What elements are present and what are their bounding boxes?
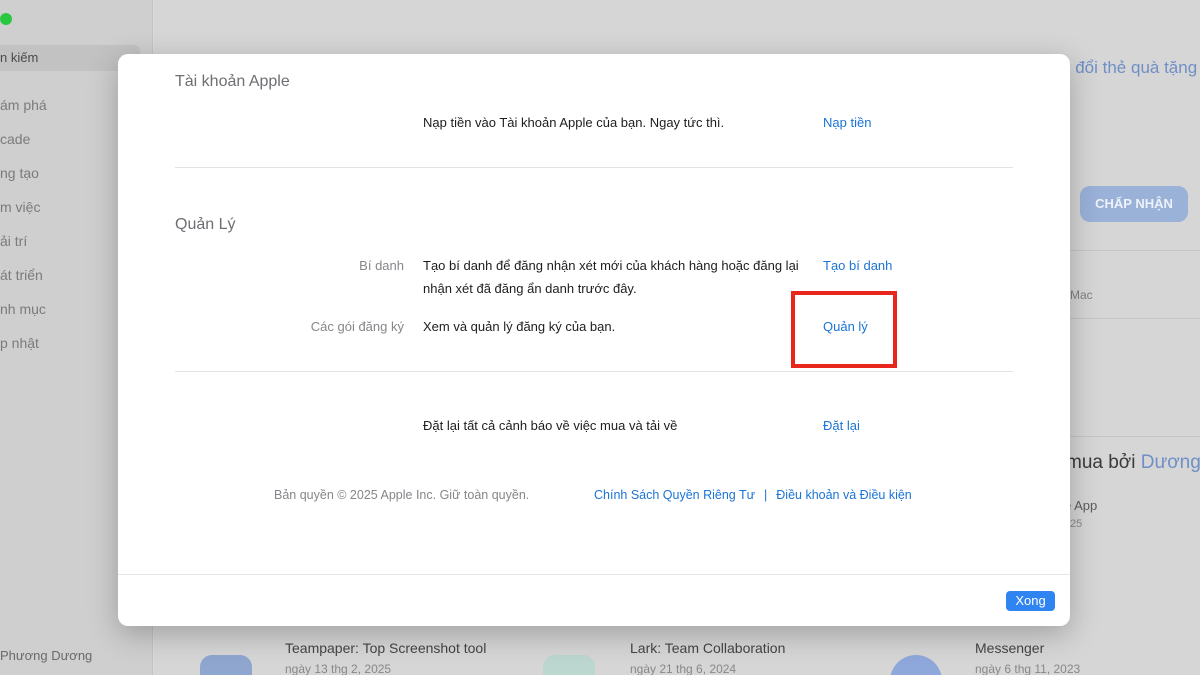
app-card-teampaper[interactable]: Teampaper: Top Screenshot tool ngày 13 t…	[285, 640, 486, 675]
app-card-date: ngày 13 thg 2, 2025	[285, 662, 392, 675]
modal-footer-divider	[118, 574, 1070, 575]
sidebar-item-updates[interactable]: p nhật	[0, 330, 47, 364]
add-funds-description: Nạp tiền vào Tài khoản Apple của bạn. Ng…	[423, 115, 725, 130]
purchased-by-label: mua bởi	[1066, 452, 1136, 473]
alias-description: Tạo bí danh để đăng nhận xét mới của khá…	[423, 258, 799, 296]
reset-warnings-link[interactable]: Đặt lại	[823, 418, 860, 433]
app-card-title: Messenger	[975, 640, 1045, 656]
section-title-manage: Quản Lý	[175, 216, 236, 233]
copyright-text: Bản quyền © 2025 Apple Inc. Giữ toàn quy…	[274, 488, 530, 502]
create-alias-link[interactable]: Tạo bí danh	[823, 258, 892, 273]
section-divider	[175, 167, 1013, 168]
subscriptions-description: Xem và quản lý đăng ký của bạn.	[423, 319, 616, 334]
done-button[interactable]: Xong	[1006, 591, 1055, 611]
app-card-title: Lark: Team Collaboration	[630, 640, 786, 656]
platform-label: Mac	[1070, 288, 1093, 302]
alias-label: Bí danh	[359, 258, 404, 273]
sidebar-item-play[interactable]: ải trí	[0, 228, 47, 262]
app-date: 25	[1070, 518, 1083, 530]
app-card-title: Teampaper: Top Screenshot tool	[285, 640, 487, 656]
purchased-by-name[interactable]: Dương	[1141, 452, 1200, 473]
app-card-lark[interactable]: Lark: Team Collaboration ngày 21 thg 6, …	[630, 640, 785, 675]
subscriptions-label: Các gói đăng ký	[310, 319, 404, 334]
sidebar-item-develop[interactable]: át triển	[0, 262, 47, 296]
background-divider	[1058, 250, 1200, 251]
background-divider	[1058, 318, 1200, 319]
footer-separator: |	[764, 488, 768, 502]
footer-links: Chính Sách Quyền Riêng Tư | Điều khoản và …	[594, 488, 912, 502]
terms-link[interactable]: Điều khoản và Điều kiện	[776, 488, 912, 502]
manage-subscriptions-link[interactable]: Quản lý	[823, 319, 868, 334]
sidebar-item-create[interactable]: ng tạo	[0, 160, 47, 194]
accept-button[interactable]: CHẤP NHẬN	[1080, 186, 1188, 222]
reset-warnings-description: Đặt lại tất cả cảnh báo về việc mua và t…	[423, 418, 678, 433]
sidebar-user-name[interactable]: Phương Dương	[0, 648, 92, 663]
lark-app-icon[interactable]	[543, 655, 595, 675]
teampaper-app-icon[interactable]	[200, 655, 252, 675]
account-settings-modal: Tài khoản Apple Nạp tiền vào Tài khoản A…	[118, 54, 1070, 626]
redeem-gift-card-link[interactable]: y đổi thẻ quà tặng	[1062, 58, 1197, 78]
app-card-messenger[interactable]: Messenger ngày 6 thg 11, 2023	[975, 640, 1080, 675]
sidebar-item-arcade[interactable]: cade	[0, 126, 47, 160]
window-zoom-button[interactable]	[0, 13, 12, 25]
add-funds-link[interactable]: Nạp tiền	[823, 115, 871, 130]
sidebar-item-discover[interactable]: ám phá	[0, 92, 47, 126]
section-divider	[175, 371, 1013, 372]
privacy-policy-link[interactable]: Chính Sách Quyền Riêng Tư	[594, 488, 755, 502]
purchased-by-heading: mua bởi Dương	[1066, 452, 1200, 474]
background-divider	[1058, 436, 1200, 437]
sidebar-item-categories[interactable]: nh mục	[0, 296, 47, 330]
sidebar-item-work[interactable]: m việc	[0, 194, 47, 228]
section-title-apple-account: Tài khoản Apple	[175, 73, 290, 90]
app-card-date: ngày 21 thg 6, 2024	[630, 662, 737, 675]
sidebar-nav: ám phá cade ng tạo m việc ải trí át triể…	[0, 92, 47, 364]
app-card-date: ngày 6 thg 11, 2023	[975, 662, 1081, 675]
